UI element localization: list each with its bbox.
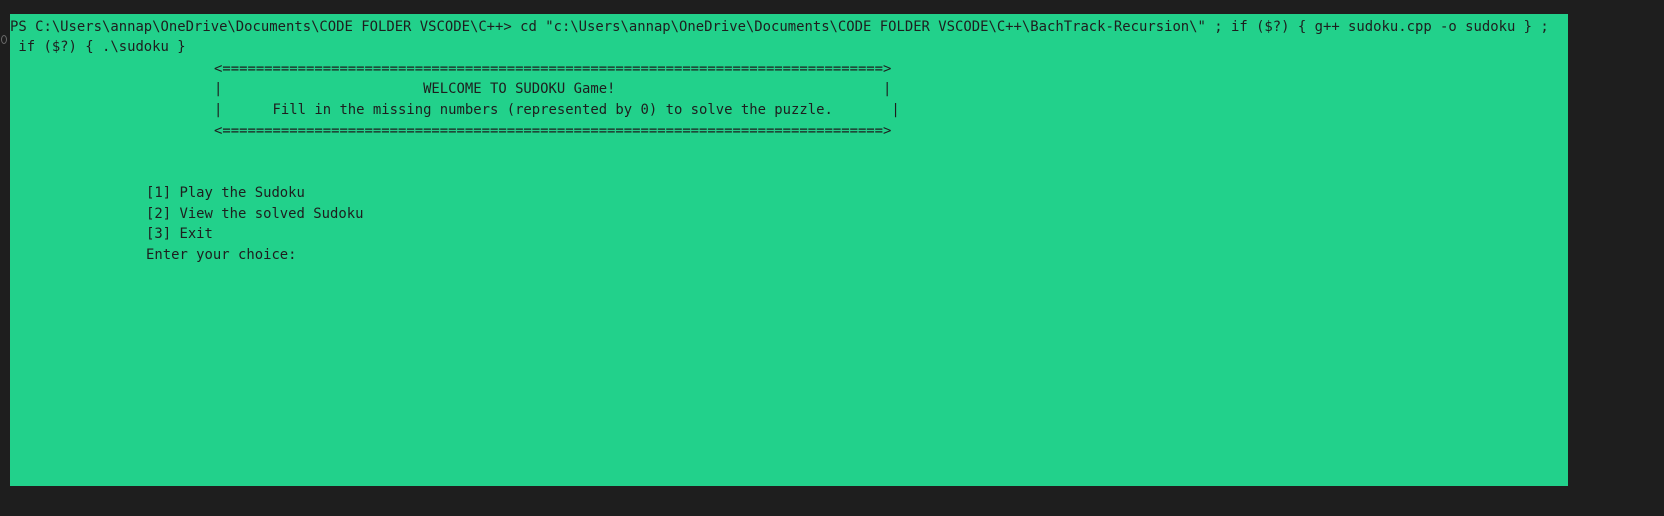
terminal-command-continuation: if ($?) { .\sudoku } [10,39,186,55]
terminal-command-line: PS C:\Users\annap\OneDrive\Documents\COD… [10,19,1549,35]
banner-top-border: <=======================================… [214,61,892,77]
window-bottom-strip [0,486,1664,516]
menu-option-play: [1] Play the Sudoku [146,185,305,201]
menu-option-view-solved: [2] View the solved Sudoku [146,206,364,222]
banner-title: | WELCOME TO SUDOKU Game! | [214,81,892,97]
terminal-output[interactable]: PS C:\Users\annap\OneDrive\Documents\COD… [10,14,1568,486]
command-decoration-icon[interactable] [1,35,7,44]
window-top-strip [0,0,1664,14]
choice-prompt: Enter your choice: [146,247,297,263]
menu-option-exit: [3] Exit [146,226,213,242]
choice-input[interactable] [304,245,604,265]
banner-subtitle: | Fill in the missing numbers (represent… [214,102,900,118]
banner-bottom-border: <=======================================… [214,123,892,139]
panel-right-edge [1568,14,1664,486]
editor-gutter [0,14,10,502]
